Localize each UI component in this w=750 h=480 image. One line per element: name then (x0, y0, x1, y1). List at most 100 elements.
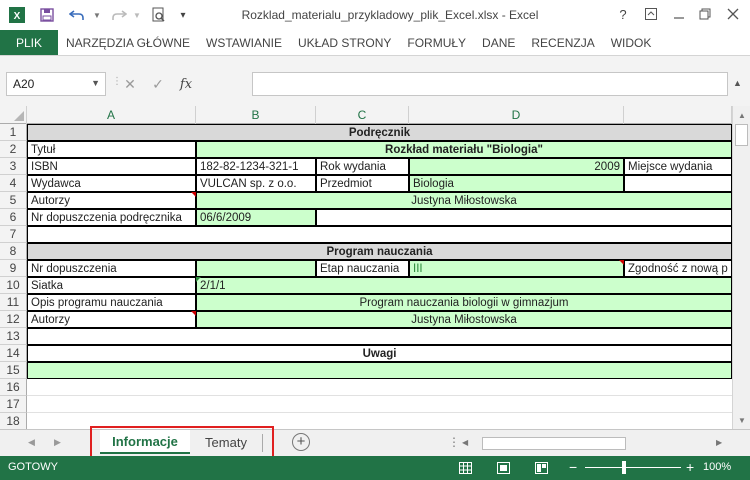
cell-label-authors[interactable]: Autorzy (27, 192, 196, 209)
row-header[interactable]: 7 (0, 226, 27, 243)
page-break-view-icon[interactable] (534, 461, 548, 474)
customize-toolbar-icon[interactable]: ▾ (172, 5, 194, 25)
row-header[interactable]: 16 (0, 379, 27, 396)
vertical-scrollbar[interactable]: ▲ ▼ (732, 106, 750, 429)
print-preview-icon[interactable] (148, 5, 170, 25)
restore-icon[interactable] (694, 4, 716, 24)
minimize-icon[interactable] (668, 4, 690, 24)
zoom-in-button[interactable]: + (686, 459, 694, 475)
cell-label-isbn[interactable]: ISBN (27, 158, 196, 175)
cell-value-grid[interactable]: 2/1/1 (196, 277, 732, 294)
add-sheet-button[interactable]: + (292, 433, 310, 451)
normal-view-icon[interactable] (458, 461, 472, 474)
tab-home[interactable]: NARZĘDZIA GŁÓWNE (58, 30, 198, 55)
scroll-right-icon[interactable]: ▶ (716, 435, 722, 451)
column-header-c[interactable]: C (316, 106, 409, 124)
cell-section-program[interactable]: Program nauczania (27, 243, 732, 260)
expand-formula-bar-icon[interactable]: ▲ (733, 78, 742, 88)
cell-label-place[interactable]: Miejsce wydania (624, 158, 732, 175)
undo-icon[interactable] (66, 5, 88, 25)
undo-dropdown-icon[interactable]: ▼ (86, 5, 108, 25)
select-all-corner[interactable] (0, 106, 27, 124)
row-header[interactable]: 9 (0, 260, 27, 277)
cell-value-program-approval[interactable] (196, 260, 316, 277)
page-layout-view-icon[interactable] (496, 461, 510, 474)
sheet-tab-tematy[interactable]: Tematy (192, 430, 260, 454)
tab-file[interactable]: PLIK (0, 30, 58, 55)
row-header[interactable]: 8 (0, 243, 27, 260)
row-header[interactable]: 15 (0, 362, 27, 379)
zoom-level[interactable]: 100% (703, 461, 731, 473)
row-header[interactable]: 11 (0, 294, 27, 311)
cell-section-notes[interactable]: Uwagi (27, 345, 732, 362)
error-indicator-icon[interactable] (196, 277, 201, 282)
cell-label-stage[interactable]: Etap nauczania (316, 260, 409, 277)
redo-dropdown-icon[interactable]: ▼ (126, 5, 148, 25)
row-header[interactable]: 12 (0, 311, 27, 328)
tab-review[interactable]: RECENZJA (523, 30, 602, 55)
horizontal-scroll-thumb[interactable] (482, 437, 626, 450)
cell-label-compliance[interactable]: Zgodność z nową p (624, 260, 732, 277)
tab-formulas[interactable]: FORMUŁY (399, 30, 474, 55)
zoom-slider-track[interactable] (585, 467, 681, 468)
horizontal-scrollbar[interactable]: ◀ ▶ (462, 435, 732, 451)
cell-value-isbn[interactable]: 182-82-1234-321-1 (196, 158, 316, 175)
formula-input[interactable] (252, 72, 728, 96)
cell-value-publisher[interactable]: VULCAN sp. z o.o. (196, 175, 316, 192)
cancel-entry-button[interactable]: ✕ (116, 72, 144, 96)
scroll-left-icon[interactable]: ◀ (462, 435, 468, 451)
close-icon[interactable] (722, 4, 744, 24)
zoom-out-button[interactable]: − (569, 459, 577, 475)
row-header[interactable]: 6 (0, 209, 27, 226)
column-header-b[interactable]: B (196, 106, 316, 124)
cell-label-grid[interactable]: Siatka (27, 277, 196, 294)
cell-row6-rest[interactable] (316, 209, 732, 226)
cell-value-notes[interactable] (27, 362, 732, 379)
row-header[interactable]: 3 (0, 158, 27, 175)
cell-value-authors[interactable]: Justyna Miłostowska (196, 192, 732, 209)
column-header-d[interactable]: D (409, 106, 624, 124)
cell-row7-empty[interactable] (27, 226, 732, 243)
cell-label-program-authors[interactable]: Autorzy (27, 311, 196, 328)
cell-section-textbook[interactable]: Podręcznik (27, 124, 732, 141)
row-header[interactable]: 18 (0, 413, 27, 430)
row-header[interactable]: 2 (0, 141, 27, 158)
row-header[interactable]: 10 (0, 277, 27, 294)
cell-value-approval[interactable]: 06/6/2009 (196, 209, 316, 226)
cell-label-subject[interactable]: Przedmiot (316, 175, 409, 192)
comment-indicator-icon[interactable] (191, 311, 196, 316)
sheet-tab-informacje[interactable]: Informacje (100, 430, 190, 454)
cell-label-program-desc[interactable]: Opis programu nauczania (27, 294, 196, 311)
tab-data[interactable]: DANE (474, 30, 523, 55)
scroll-down-icon[interactable]: ▼ (733, 411, 750, 429)
name-box-dropdown-icon[interactable]: ▼ (91, 78, 100, 88)
cell-value-program-authors[interactable]: Justyna Miłostowska (196, 311, 732, 328)
cell-label-year[interactable]: Rok wydania (316, 158, 409, 175)
tab-view[interactable]: WIDOK (603, 30, 660, 55)
row-header[interactable]: 14 (0, 345, 27, 362)
cell-row13-empty[interactable] (27, 328, 732, 345)
cell-value-stage[interactable]: III (409, 260, 624, 277)
row-header[interactable]: 4 (0, 175, 27, 192)
cell-value-year[interactable]: 2009 (409, 158, 624, 175)
row-header[interactable]: 13 (0, 328, 27, 345)
row-header[interactable]: 5 (0, 192, 27, 209)
comment-indicator-icon[interactable] (191, 192, 196, 197)
cell-value-place[interactable] (624, 175, 732, 192)
next-sheet-icon[interactable]: ▶ (54, 437, 61, 448)
row-header[interactable]: 17 (0, 396, 27, 413)
column-header-a[interactable]: A (27, 106, 196, 124)
ribbon-display-icon[interactable] (640, 4, 662, 24)
tab-split-handle-icon[interactable]: ⋮ (448, 435, 460, 449)
cell-label-approval[interactable]: Nr dopuszczenia podręcznika (27, 209, 196, 226)
worksheet-grid[interactable]: Podręcznik Tytuł Rozkład materiału "Biol… (27, 124, 732, 429)
column-header-e[interactable] (624, 106, 732, 124)
cell-label-title[interactable]: Tytuł (27, 141, 196, 158)
name-box[interactable]: A20 ▼ (6, 72, 106, 96)
scroll-up-icon[interactable]: ▲ (733, 106, 750, 124)
insert-function-button[interactable]: fx (172, 72, 200, 96)
cell-value-title[interactable]: Rozkład materiału "Biologia" (196, 141, 732, 158)
prev-sheet-icon[interactable]: ◀ (28, 437, 35, 448)
row-header[interactable]: 1 (0, 124, 27, 141)
tab-insert[interactable]: WSTAWIANIE (198, 30, 290, 55)
